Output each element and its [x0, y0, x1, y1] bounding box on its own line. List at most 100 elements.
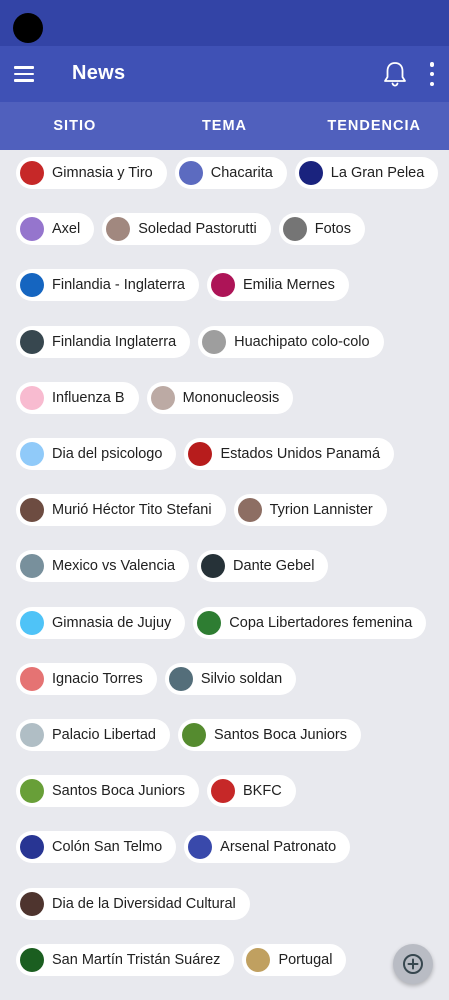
chip-row: Santos Boca Juniors BKFC [0, 763, 449, 819]
chip-label: Santos Boca Juniors [52, 783, 185, 800]
bell-icon[interactable] [382, 60, 408, 88]
topic-chip-list: Gimnasia y Tiro Chacarita La Gran Pelea Axe… [0, 150, 449, 1000]
chip-avatar [20, 610, 44, 635]
chip-label: Silvio soldan [200, 670, 283, 687]
chip-row: Palacio Libertad Santos Boca Juniors [0, 707, 449, 763]
chip-avatar [20, 779, 44, 804]
chip-row: Dia del psicologo Estados Unidos Panamá [0, 426, 449, 482]
chip-label: Dante Gebel [233, 558, 315, 575]
topic-chip[interactable]: Santos Boca Juniors [178, 719, 361, 751]
chip-row: Finlandia Inglaterra Huachipato colo-colo [0, 314, 449, 370]
chip-avatar [20, 723, 44, 747]
topic-chip[interactable]: Santos Boca Juniors [16, 775, 199, 808]
topic-chip[interactable]: Influenza B [16, 381, 139, 414]
chip-label: Finlandia - Inglaterra [52, 277, 185, 294]
app-bar: News [0, 46, 449, 102]
topic-chip[interactable]: Estados Unidos Panamá [184, 438, 395, 470]
chip-label: Estados Unidos Panamá [220, 446, 381, 462]
topic-chip[interactable]: Gimnasia y Tiro [16, 157, 167, 189]
more-vert-icon[interactable] [424, 62, 440, 86]
chip-label: Finlandia Inglaterra [52, 333, 177, 350]
chip-avatar [20, 947, 44, 972]
status-bar [0, 0, 449, 46]
chip-avatar [20, 273, 44, 298]
chip-label: Emilia Mernes [243, 277, 335, 294]
chip-label: Santos Boca Juniors [214, 727, 347, 743]
topic-chip[interactable]: Ignacio Torres [16, 662, 157, 695]
topic-chip[interactable]: Emilia Mernes [207, 269, 349, 302]
chip-label: Arsenal Patronato [220, 839, 337, 856]
chip-avatar [20, 161, 44, 185]
chip-label: Dia del psicologo [52, 446, 163, 462]
topic-chip[interactable]: Dante Gebel [197, 550, 329, 583]
chip-label: Portugal [278, 951, 333, 968]
page-title: News [72, 62, 126, 84]
topic-chip[interactable]: Murió Héctor Tito Stefani [16, 494, 226, 527]
chip-avatar [201, 554, 226, 579]
topic-chip[interactable]: Colón San Telmo [16, 831, 177, 864]
tab-bar: SITIO TEMA TENDENCIA [0, 102, 449, 150]
topic-chip[interactable]: Dia del psicologo [16, 438, 177, 470]
chip-avatar [20, 554, 44, 579]
chip-avatar [188, 442, 213, 466]
chip-avatar [197, 610, 222, 635]
topic-chip[interactable]: Portugal [242, 943, 347, 976]
chip-label: Colón San Telmo [52, 839, 163, 856]
chip-row: Finlandia - Inglaterra Emilia Mernes [0, 257, 449, 313]
chip-label: La Gran Pelea [330, 165, 425, 181]
chip-row: Gimnasia de Jujuy Copa Libertadores femen… [0, 595, 449, 651]
chip-avatar [20, 385, 44, 410]
chip-avatar [188, 835, 213, 860]
chip-label: Murió Héctor Tito Stefani [52, 502, 212, 519]
topic-chip[interactable]: Tyrion Lannister [233, 494, 387, 527]
topic-chip[interactable]: Chacarita [174, 157, 287, 189]
topic-chip[interactable]: Axel [16, 213, 95, 246]
chip-label: Tyrion Lannister [269, 502, 373, 519]
tab-tema[interactable]: TEMA [150, 102, 300, 150]
chip-avatar [178, 161, 203, 185]
chip-avatar [20, 217, 44, 242]
chip-avatar [168, 666, 193, 691]
topic-chip[interactable]: San Martín Tristán Suárez [16, 943, 235, 976]
chip-label: Copa Libertadores femenina [229, 614, 413, 631]
chip-label: Mexico vs Valencia [52, 558, 176, 575]
chip-avatar [20, 329, 44, 354]
chip-label: Chacarita [210, 165, 273, 181]
chip-avatar [246, 947, 271, 972]
topic-chip[interactable]: Soledad Pastorutti [102, 213, 271, 246]
topic-chip[interactable]: Arsenal Patronato [184, 831, 351, 864]
topic-chip[interactable]: Dia de la Diversidad Cultural [16, 887, 250, 920]
topic-chip[interactable]: La Gran Pelea [294, 157, 439, 189]
tab-sitio[interactable]: SITIO [0, 102, 150, 150]
chip-avatar [298, 161, 323, 185]
topic-chip[interactable]: Palacio Libertad [16, 719, 170, 751]
topic-chip[interactable]: Finlandia - Inglaterra [16, 269, 199, 302]
topic-chip[interactable]: Copa Libertadores femenina [193, 606, 427, 639]
chip-label: Fotos [314, 221, 351, 238]
chip-row: San Martín Tristán Suárez Portugal [0, 932, 449, 988]
chip-avatar [150, 385, 175, 410]
chip-row: Ignacio Torres Silvio soldan [0, 651, 449, 707]
chip-label: San Martín Tristán Suárez [52, 951, 221, 968]
chip-label: Gimnasia de Jujuy [52, 614, 172, 631]
add-circle-icon[interactable] [393, 944, 433, 984]
topic-chip[interactable]: Gimnasia de Jujuy [16, 606, 186, 639]
topic-chip[interactable]: Silvio soldan [164, 662, 297, 695]
menu-icon[interactable] [14, 60, 42, 88]
tab-tendencia[interactable]: TENDENCIA [299, 102, 449, 150]
topic-chip[interactable]: BKFC [207, 775, 296, 808]
topic-chip[interactable]: Mononucleosis [146, 381, 294, 414]
chip-row: Colón San Telmo Arsenal Patronato [0, 819, 449, 875]
chip-avatar [20, 891, 44, 916]
chip-label: Soledad Pastorutti [138, 221, 257, 238]
chip-avatar [202, 329, 227, 354]
topic-chip[interactable]: Mexico vs Valencia [16, 550, 190, 583]
topic-chip[interactable]: Fotos [278, 213, 365, 246]
chip-label: Palacio Libertad [52, 727, 156, 743]
topic-chip[interactable]: Huachipato colo-colo [198, 325, 384, 358]
topic-chip[interactable]: Finlandia Inglaterra [16, 325, 191, 358]
camera-cutout [13, 13, 43, 43]
chip-row: Mexico vs Valencia Dante Gebel [0, 538, 449, 594]
chip-avatar [20, 442, 44, 466]
chip-row: Influenza B Mononucleosis [0, 370, 449, 426]
